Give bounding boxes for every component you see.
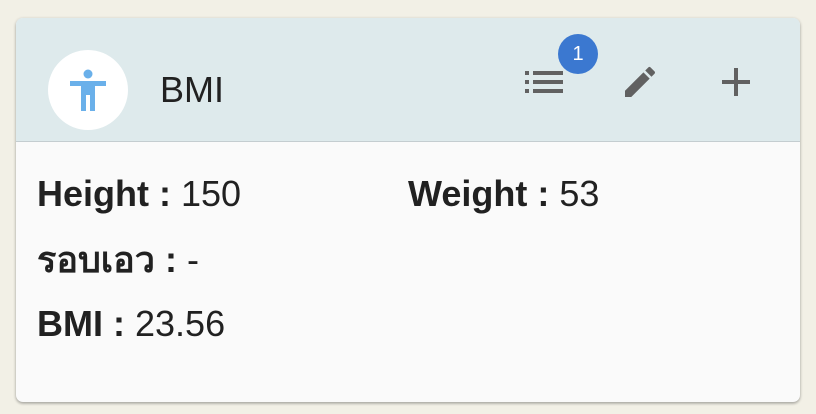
edit-button[interactable] [612, 54, 668, 110]
waist-label: รอบเอว : [37, 239, 177, 280]
bmi-field: BMI : 23.56 [37, 302, 225, 346]
list-icon [525, 71, 563, 93]
height-value: 150 [181, 173, 242, 214]
add-button[interactable] [708, 54, 764, 110]
bmi-card: BMI 1 Height : 150 Weight: 53 รอบเอว: … [16, 18, 800, 402]
height-field: Height : 150 [37, 172, 241, 216]
accessibility-icon [70, 69, 106, 111]
waist-field: รอบเอว : - [37, 238, 199, 282]
waist-value: - [186, 239, 199, 280]
card-header: BMI 1 [16, 18, 800, 142]
height-label: Height : [37, 173, 171, 214]
card-title: BMI [160, 69, 225, 110]
bmi-value: 23.56 [135, 303, 226, 344]
avatar [48, 50, 128, 130]
weight-value: 53 [559, 173, 600, 214]
edit-icon [625, 66, 656, 97]
add-icon [722, 68, 750, 96]
weight-field: Weight : 53 [408, 172, 599, 216]
notification-badge: 1 [558, 34, 598, 74]
weight-label: Weight : [408, 173, 550, 214]
bmi-label: BMI : [37, 303, 125, 344]
card-body: Height : 150 Weight : 53 รอบเอว : - BMI … [16, 142, 800, 402]
